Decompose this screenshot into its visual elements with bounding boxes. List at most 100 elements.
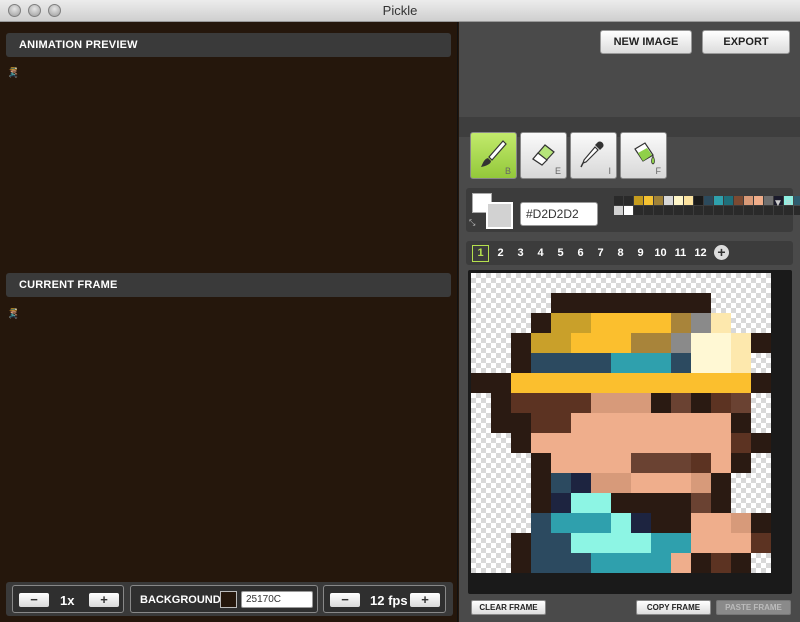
- swap-colors-icon[interactable]: ⤡: [469, 218, 475, 228]
- sprite-pixel: [10, 69, 11, 70]
- palette-swatch[interactable]: [684, 206, 693, 215]
- palette-swatch[interactable]: [634, 206, 643, 215]
- zoom-out-button[interactable]: −: [19, 593, 49, 607]
- frame-tab-5[interactable]: 5: [552, 245, 569, 262]
- palette-swatch[interactable]: [614, 206, 623, 215]
- sprite-pixel: [551, 313, 571, 333]
- sprite-pixel: [16, 309, 17, 310]
- playback-bar: − 1x + BACKGROUND − 12 fps +: [6, 582, 453, 616]
- palette-swatch[interactable]: [724, 206, 733, 215]
- drawing-canvas[interactable]: [471, 273, 771, 573]
- clear-frame-button[interactable]: CLEAR FRAME: [471, 600, 546, 615]
- palette-swatch[interactable]: [754, 206, 763, 215]
- sprite-pixel: [14, 72, 16, 73]
- sprite-pixel: [15, 67, 17, 68]
- palette-swatch[interactable]: [734, 206, 743, 215]
- sprite-pixel: [551, 413, 571, 433]
- sprite-pixel: [691, 393, 711, 413]
- new-image-button[interactable]: NEW IMAGE: [600, 30, 692, 54]
- sprite-pixel: [671, 513, 691, 533]
- sprite-pixel: [511, 433, 531, 453]
- sprite-pixel: [10, 73, 12, 75]
- palette-swatch[interactable]: [654, 206, 663, 215]
- sprite-pixel: [13, 310, 15, 311]
- zoom-in-button[interactable]: +: [89, 593, 119, 607]
- eyedropper-tool[interactable]: I: [570, 132, 617, 179]
- frame-tab-2[interactable]: 2: [492, 245, 509, 262]
- sprite-pixel: [13, 309, 14, 310]
- palette-swatch[interactable]: [664, 196, 673, 205]
- primary-color-swatch[interactable]: [486, 202, 513, 229]
- sprite-pixel: [15, 73, 17, 74]
- palette-swatch[interactable]: [764, 196, 773, 205]
- add-frame-button[interactable]: +: [714, 245, 729, 260]
- palette-swatch[interactable]: [744, 206, 753, 215]
- palette-swatch[interactable]: [634, 196, 643, 205]
- palette-swatch[interactable]: [694, 196, 703, 205]
- frame-tab-9[interactable]: 9: [632, 245, 649, 262]
- eraser-tool[interactable]: E: [520, 132, 567, 179]
- palette-swatch[interactable]: [754, 196, 763, 205]
- frame-tab-8[interactable]: 8: [612, 245, 629, 262]
- sprite-pixel: [631, 473, 651, 493]
- palette-swatch[interactable]: [744, 196, 753, 205]
- palette-swatch[interactable]: [714, 206, 723, 215]
- background-hex-input[interactable]: [241, 591, 313, 608]
- frame-tab-6[interactable]: 6: [572, 245, 589, 262]
- sprite-pixel: [631, 293, 651, 313]
- palette-swatch[interactable]: [734, 196, 743, 205]
- fill-tool[interactable]: F: [620, 132, 667, 179]
- fps-decrease-button[interactable]: −: [330, 593, 360, 607]
- frame-tab-10[interactable]: 10: [652, 245, 669, 262]
- sprite-pixel: [671, 493, 691, 513]
- sprite-pixel: [11, 312, 13, 313]
- current-frame-header: CURRENT FRAME: [6, 273, 451, 297]
- palette-swatch[interactable]: [794, 206, 800, 215]
- copy-frame-button[interactable]: COPY FRAME: [636, 600, 711, 615]
- palette-swatch[interactable]: [724, 196, 733, 205]
- sprite-pixel: [571, 313, 591, 333]
- sprite-pixel: [15, 72, 17, 74]
- palette-swatch[interactable]: [674, 196, 683, 205]
- frame-tab-1[interactable]: 1: [472, 245, 489, 262]
- frame-tab-4[interactable]: 4: [532, 245, 549, 262]
- sprite-pixel: [14, 76, 16, 77]
- palette-swatch[interactable]: [694, 206, 703, 215]
- sprite-pixel: [12, 312, 13, 313]
- sprite-pixel: [13, 67, 15, 68]
- sprite-pixel: [11, 316, 13, 318]
- palette-swatch[interactable]: [704, 196, 713, 205]
- sprite-pixel: [551, 533, 571, 553]
- sprite-pixel: [15, 68, 17, 69]
- palette-menu-icon[interactable]: ▼ ≡: [773, 198, 792, 209]
- palette-swatch[interactable]: [654, 196, 663, 205]
- fps-increase-button[interactable]: +: [410, 593, 440, 607]
- frame-tab-11[interactable]: 11: [672, 245, 689, 262]
- palette-swatch[interactable]: [644, 196, 653, 205]
- sprite-pixel: [611, 513, 631, 533]
- palette-swatch[interactable]: [624, 196, 633, 205]
- palette-swatch[interactable]: [794, 196, 800, 205]
- background-swatch[interactable]: [220, 591, 237, 608]
- sprite-pixel: [12, 76, 13, 77]
- palette-swatch[interactable]: [674, 206, 683, 215]
- palette-swatch[interactable]: [624, 206, 633, 215]
- paste-frame-button[interactable]: PASTE FRAME: [716, 600, 791, 615]
- palette-swatch[interactable]: [714, 196, 723, 205]
- color-hex-input[interactable]: [520, 202, 598, 226]
- sprite-pixel: [16, 69, 17, 70]
- palette-swatch[interactable]: [664, 206, 673, 215]
- palette-swatch[interactable]: [704, 206, 713, 215]
- frame-tab-3[interactable]: 3: [512, 245, 529, 262]
- export-button[interactable]: EXPORT: [702, 30, 790, 54]
- sprite-pixel: [13, 317, 15, 318]
- palette-swatch[interactable]: [644, 206, 653, 215]
- sprite-pixel: [13, 66, 15, 68]
- palette-swatch[interactable]: [614, 196, 623, 205]
- brush-tool[interactable]: B: [470, 132, 517, 179]
- frame-tab-12[interactable]: 12: [692, 245, 709, 262]
- palette-swatch[interactable]: [764, 206, 773, 215]
- sprite-pixel: [531, 493, 551, 513]
- frame-tab-7[interactable]: 7: [592, 245, 609, 262]
- palette-swatch[interactable]: [684, 196, 693, 205]
